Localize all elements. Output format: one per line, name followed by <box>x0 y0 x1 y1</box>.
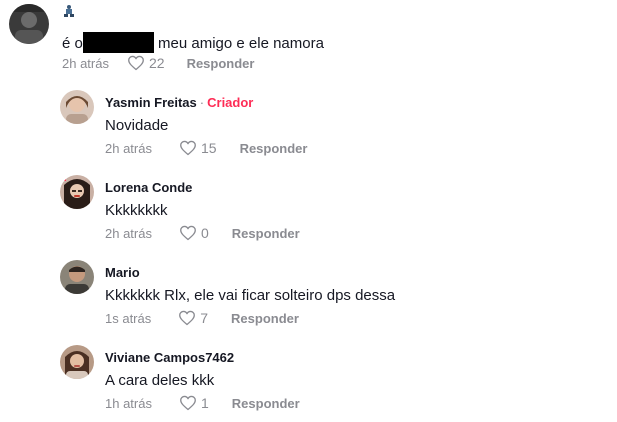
reply-meta: 2h atrás 0 Responder <box>105 225 300 241</box>
reply-time: 2h atrás <box>105 225 152 241</box>
reply-username[interactable]: Viviane Campos7462 <box>105 350 234 365</box>
avatar[interactable] <box>9 4 49 44</box>
like-count: 15 <box>200 140 217 156</box>
reply-text: Kkkkkkk Rlx, ele vai ficar solteiro dps … <box>105 287 396 304</box>
reply-text: A cara deles kkk <box>105 372 215 389</box>
reply-button[interactable]: Responder <box>187 56 255 71</box>
like-count: 7 <box>200 310 209 326</box>
avatar[interactable] <box>60 260 94 294</box>
heart-outline-icon <box>128 55 144 71</box>
reply-button[interactable]: Responder <box>240 141 308 156</box>
figure-sticker-icon <box>62 4 76 18</box>
reply-username[interactable]: Mario <box>105 265 140 280</box>
reply-button[interactable]: Responder <box>231 311 299 326</box>
comment-text-suffix: meu amigo e ele namora <box>158 35 324 52</box>
reply-meta: 2h atrás 15 Responder <box>105 140 307 156</box>
avatar[interactable] <box>60 90 94 124</box>
reply-item: Viviane Campos7462 A cara deles kkk 1h a… <box>0 340 617 422</box>
comment-thread: é o meu amigo e ele namora 2h atrás 22 R… <box>0 0 617 422</box>
like-button[interactable]: 0 <box>179 225 209 241</box>
main-comment: é o meu amigo e ele namora 2h atrás 22 R… <box>0 0 617 80</box>
reply-item: Yasmin Freitas · Criador Novidade 2h atrás… <box>0 85 617 170</box>
username-text[interactable]: Yasmin Freitas <box>105 95 197 110</box>
heart-outline-icon <box>180 225 196 241</box>
like-button[interactable]: 1 <box>179 395 209 411</box>
creator-badge: Criador <box>207 95 254 110</box>
like-button[interactable]: 22 <box>127 55 165 71</box>
like-count: 0 <box>200 225 209 241</box>
reply-button[interactable]: Responder <box>232 396 300 411</box>
heart-outline-icon <box>179 310 196 326</box>
reply-username[interactable]: Yasmin Freitas · Criador <box>105 95 253 110</box>
reply-text: Novidade <box>105 117 169 134</box>
comment-time: 2h atrás <box>62 55 109 71</box>
comment-meta: 2h atrás 22 Responder <box>62 55 254 71</box>
reply-button[interactable]: Responder <box>232 226 300 241</box>
like-count: 22 <box>148 55 165 71</box>
comment-text-prefix: é o <box>62 35 83 52</box>
reply-username[interactable]: Lorena Conde <box>105 180 192 195</box>
reply-item: Mario Kkkkkkk Rlx, ele vai ficar solteir… <box>0 255 617 340</box>
reply-time: 2h atrás <box>105 140 152 156</box>
like-count: 1 <box>200 395 209 411</box>
like-button[interactable]: 15 <box>179 140 217 156</box>
reply-meta: 1h atrás 1 Responder <box>105 395 300 411</box>
reply-time: 1s atrás <box>105 310 152 326</box>
redacted-block <box>82 32 154 53</box>
comment-text: é o meu amigo e ele namora <box>62 32 324 53</box>
separator-dot: · <box>199 95 205 110</box>
heart-outline-icon <box>180 395 196 411</box>
avatar[interactable] <box>60 175 94 209</box>
like-button[interactable]: 7 <box>178 310 208 326</box>
reply-time: 1h atrás <box>105 395 152 411</box>
reply-text: Kkkkkkkk <box>105 202 168 219</box>
avatar[interactable] <box>60 345 94 379</box>
reply-item: Lorena Conde Kkkkkkkk 2h atrás 0 Respond… <box>0 170 617 255</box>
reply-meta: 1s atrás 7 Responder <box>105 310 299 326</box>
heart-outline-icon <box>180 140 196 156</box>
